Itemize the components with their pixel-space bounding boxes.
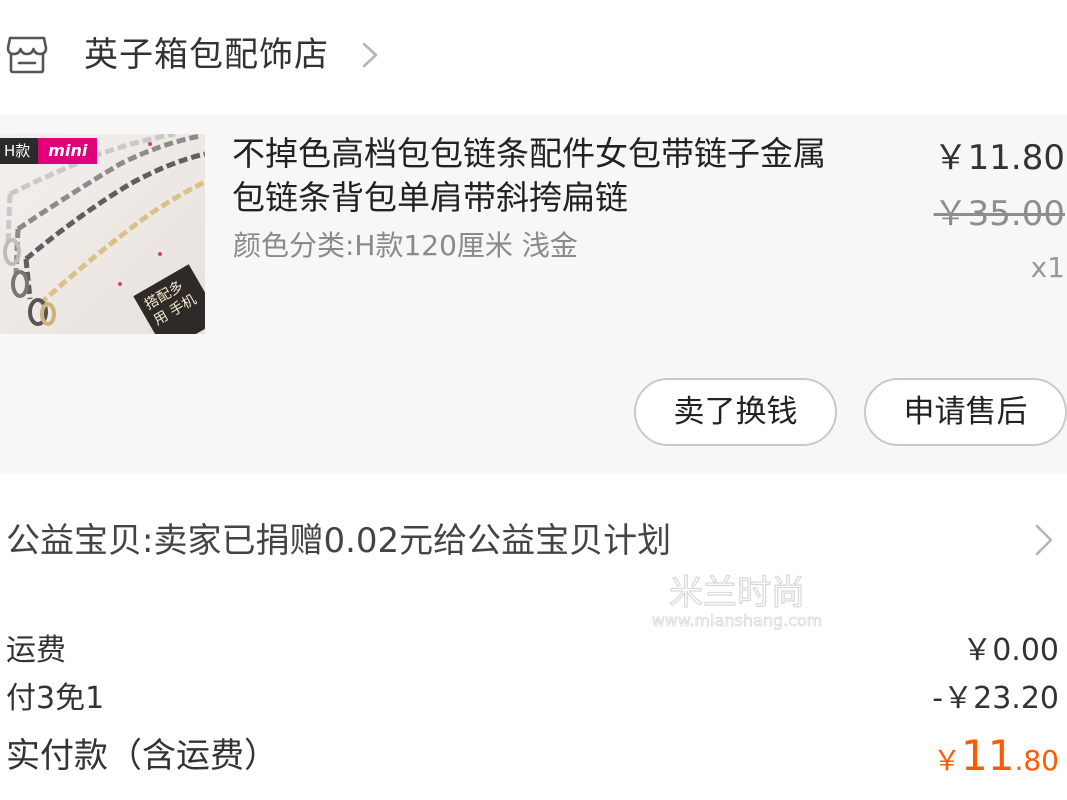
promo-value: -￥23.20 [932, 681, 1059, 716]
item-title[interactable]: 不掉色高档包包链条配件女包带链子金属包链条背包单肩带斜挎扁链 [232, 132, 852, 220]
chevron-right-icon [362, 42, 378, 68]
shipping-value: ￥0.00 [962, 633, 1059, 668]
order-item-card[interactable]: H款 mini 搭配多用 手机 不掉色高档包包链条配件女包带链子金属包链条背包单… [0, 114, 1067, 474]
shop-name[interactable]: 英子箱包配饰店 [84, 30, 329, 80]
total-row: 实付款（含运费） ￥11.80 [0, 728, 1067, 784]
sell-button[interactable]: 卖了换钱 [634, 378, 837, 446]
thumbnail-badge: H款 mini [0, 138, 98, 164]
chevron-right-icon [1035, 524, 1053, 556]
total-value: ￥11.80 [933, 728, 1059, 793]
price-original: ￥35.00 [933, 194, 1065, 234]
store-icon [6, 36, 48, 74]
total-integer: 11 [961, 731, 1015, 780]
shipping-row: 运费 ￥0.00 [0, 628, 1067, 674]
promo-row: 付3免1 -￥23.20 [0, 676, 1067, 722]
charity-text: 公益宝贝:卖家已捐赠0.02元给公益宝贝计划 [6, 521, 672, 561]
after-sale-button[interactable]: 申请售后 [864, 378, 1067, 446]
product-thumbnail[interactable]: H款 mini 搭配多用 手机 [0, 134, 205, 334]
price-current: ￥11.80 [933, 138, 1065, 178]
shop-header[interactable]: 英子箱包配饰店 [0, 0, 1067, 112]
order-detail-page: 英子箱包配饰店 H款 mini 搭配多用 手机 不掉色高档包包链条配件女包带链子… [0, 0, 1067, 800]
total-decimal: .80 [1014, 744, 1059, 777]
badge-left: H款 [0, 138, 39, 164]
charity-row[interactable]: 公益宝贝:卖家已捐赠0.02元给公益宝贝计划 [0, 474, 1067, 604]
badge-right: mini [38, 138, 98, 164]
item-quantity: x1 [1030, 251, 1065, 284]
item-spec: 颜色分类:H款120厘米 浅金 [233, 229, 578, 262]
total-currency: ￥ [933, 744, 962, 777]
total-label: 实付款（含运费） [6, 736, 278, 776]
shipping-label: 运费 [6, 633, 66, 668]
promo-label: 付3免1 [6, 681, 105, 716]
